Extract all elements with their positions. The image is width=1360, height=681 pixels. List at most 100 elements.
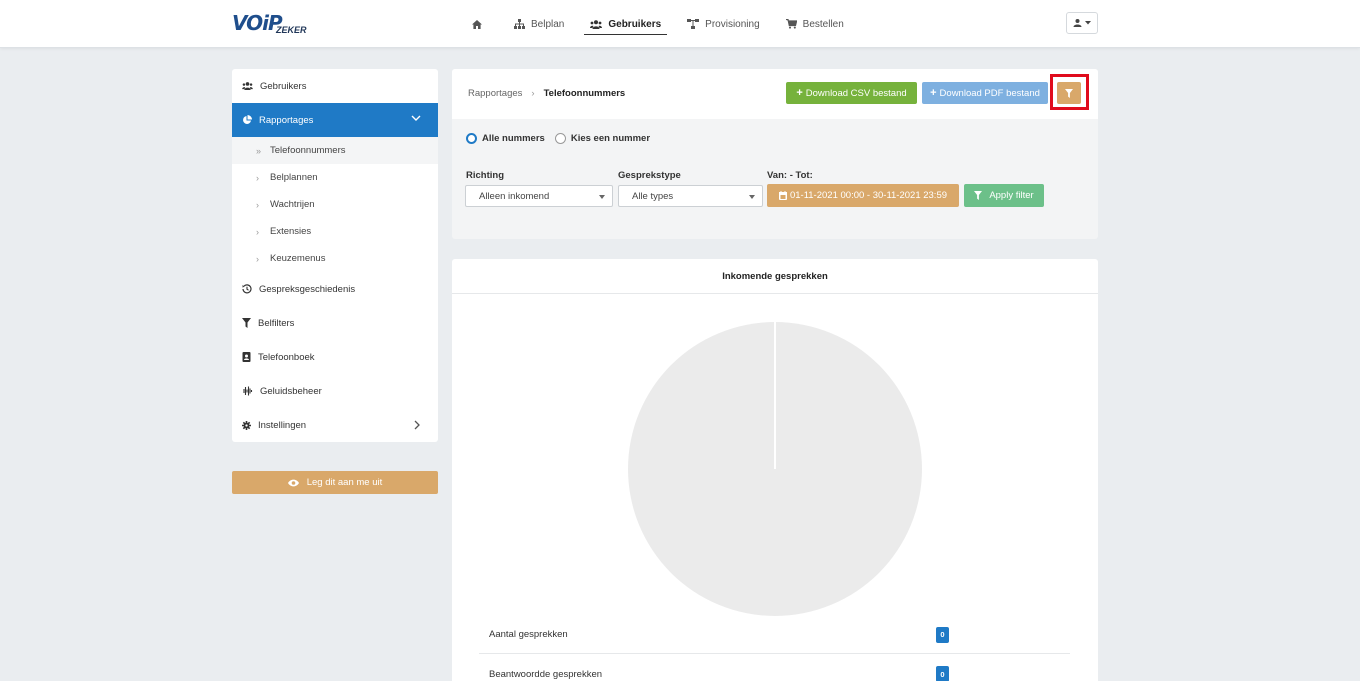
caret-down-icon — [1085, 21, 1091, 25]
sidebar-item-gespreksgeschiedenis[interactable]: Gespreksgeschiedenis — [232, 272, 438, 306]
breadcrumb-current: Telefoonnummers — [543, 88, 626, 99]
home-icon — [472, 19, 482, 29]
chevron-right-icon: › — [256, 226, 259, 237]
calendar-icon — [778, 191, 787, 200]
sidebar-subitem-label: Wachtrijen — [270, 199, 315, 210]
stat-label: Aantal gesprekken — [489, 629, 568, 640]
radio-choose-number-label[interactable]: Kies een nummer — [571, 133, 650, 144]
sidebar-item-geluidsbeheer[interactable]: Geluidsbeheer — [232, 374, 438, 408]
sidebar-item-label: Belfilters — [258, 317, 295, 329]
nav-belplan[interactable]: Belplan — [508, 0, 570, 48]
voipzeker-logo[interactable]: VOiP ZEKER — [232, 11, 316, 37]
gear-icon — [242, 420, 251, 430]
download-pdf-label: Download PDF bestand — [939, 87, 1040, 99]
sidebar-subitem-belplannen[interactable]: › Belplannen — [232, 164, 438, 191]
apply-filter-button[interactable]: Apply filter — [964, 184, 1044, 207]
filter-panel-header: Rapportages › Telefoonnummers + Download… — [452, 69, 1098, 119]
breadcrumb-chevron-icon: › — [531, 88, 535, 99]
radio-all-numbers-label[interactable]: Alle nummers — [482, 133, 545, 144]
report-card: Inkomende gesprekken Aantal gesprekken 0… — [452, 259, 1098, 681]
filter-icon — [974, 191, 983, 200]
waveform-icon — [243, 386, 253, 396]
double-chevron-right-icon: » — [256, 145, 262, 156]
sidebar-subitem-label: Telefoonnummers — [270, 145, 346, 156]
sidebar: Gebruikers Rapportages » Telefoonnummers… — [232, 69, 438, 442]
direction-select-value: Alleen inkomend — [479, 190, 550, 202]
stat-badge: 0 — [936, 666, 949, 681]
sidebar-item-label: Gebruikers — [260, 80, 307, 92]
sidebar-item-label: Telefoonboek — [258, 351, 315, 363]
number-scope-radios: Alle nummers Kies een nummer — [466, 133, 660, 144]
eye-icon — [287, 479, 299, 486]
sidebar-item-label: Rapportages — [259, 114, 314, 126]
breadcrumb: Rapportages › Telefoonnummers — [468, 88, 625, 99]
nav-label-bestellen: Bestellen — [802, 18, 844, 30]
filter-panel: Rapportages › Telefoonnummers + Download… — [452, 69, 1098, 239]
sidebar-subitem-keuzemenus[interactable]: › Keuzemenus — [232, 245, 438, 272]
pie-chart-icon — [243, 115, 252, 124]
nav-bestellen[interactable]: Bestellen — [780, 0, 850, 48]
logo-sub-text: ZEKER — [276, 25, 307, 35]
daterange-value: 01-11-2021 00:00 - 30-11-2021 23:59 — [789, 190, 948, 201]
users-icon — [590, 19, 603, 29]
cart-icon — [785, 19, 797, 29]
calltype-select[interactable]: Alle types — [618, 185, 763, 207]
users-icon — [242, 82, 253, 90]
calltype-select-value: Alle types — [632, 190, 674, 202]
nav-label-provisioning: Provisioning — [705, 18, 760, 30]
contact-book-icon — [242, 352, 251, 362]
history-icon — [242, 284, 252, 294]
nav-home[interactable] — [466, 0, 494, 48]
network-icon — [687, 19, 700, 29]
sidebar-subitem-telefoonnummers[interactable]: » Telefoonnummers — [232, 137, 438, 164]
sidebar-subitem-label: Keuzemenus — [270, 253, 326, 264]
download-csv-label: Download CSV bestand — [805, 87, 907, 99]
toggle-filter-button[interactable] — [1057, 82, 1081, 104]
chevron-right-icon: › — [256, 253, 259, 264]
filter-icon — [242, 318, 251, 328]
explain-button-label: Leg dit aan me uit — [306, 477, 383, 488]
daterange-label: Van: - Tot: — [767, 170, 813, 181]
nav-label-gebruikers: Gebruikers — [608, 18, 662, 30]
chevron-down-icon — [411, 115, 421, 121]
top-navbar: VOiP ZEKER Belplan Gebruikers Provisioni… — [0, 0, 1360, 48]
direction-label: Richting — [466, 170, 504, 181]
apply-filter-label: Apply filter — [989, 190, 1034, 201]
download-csv-button[interactable]: + Download CSV bestand — [786, 82, 917, 104]
logo-main-text: VOiP — [232, 11, 283, 35]
caret-down-icon — [749, 195, 755, 199]
main-nav: Belplan Gebruikers Provisioning Bestelle… — [466, 0, 864, 48]
calltype-label: Gesprekstype — [618, 170, 681, 181]
sidebar-item-belfilters[interactable]: Belfilters — [232, 306, 438, 340]
stat-badge: 0 — [936, 626, 949, 643]
direction-select[interactable]: Alleen inkomend — [465, 185, 613, 207]
sidebar-item-instellingen[interactable]: Instellingen — [232, 408, 438, 442]
daterange-picker[interactable]: 01-11-2021 00:00 - 30-11-2021 23:59 — [767, 184, 959, 207]
nav-label-belplan: Belplan — [531, 18, 565, 30]
stat-label: Beantwoordde gesprekken — [489, 668, 603, 680]
sidebar-item-rapportages[interactable]: Rapportages — [232, 103, 438, 137]
sidebar-subitem-extensies[interactable]: › Extensies — [232, 218, 438, 245]
explain-button[interactable]: Leg dit aan me uit — [232, 471, 438, 494]
report-title: Inkomende gesprekken — [452, 259, 1098, 294]
pie-chart — [628, 322, 922, 616]
plus-icon: + — [796, 87, 803, 99]
caret-down-icon — [599, 195, 605, 199]
sidebar-subitem-wachtrijen[interactable]: › Wachtrijen — [232, 191, 438, 218]
chevron-right-icon: › — [256, 199, 259, 210]
sidebar-item-telefoonboek[interactable]: Telefoonboek — [232, 340, 438, 374]
sidebar-subitem-label: Extensies — [270, 226, 312, 237]
breadcrumb-rapportages[interactable]: Rapportages — [468, 88, 522, 99]
user-menu-button[interactable] — [1066, 12, 1098, 34]
nav-provisioning[interactable]: Provisioning — [681, 0, 765, 48]
download-pdf-button[interactable]: + Download PDF bestand — [922, 82, 1048, 104]
sidebar-item-label: Geluidsbeheer — [260, 385, 322, 397]
radio-all-numbers[interactable] — [466, 133, 477, 144]
stat-row-beantwoord: Beantwoordde gesprekken 0 — [479, 655, 1070, 681]
sidebar-item-gebruikers[interactable]: Gebruikers — [232, 69, 438, 103]
sidebar-subitem-label: Belplannen — [270, 172, 318, 183]
chevron-right-icon: › — [256, 172, 259, 183]
nav-gebruikers[interactable]: Gebruikers — [584, 0, 667, 48]
sidebar-item-label: Gespreksgeschiedenis — [259, 283, 356, 295]
radio-choose-number[interactable] — [554, 133, 566, 144]
